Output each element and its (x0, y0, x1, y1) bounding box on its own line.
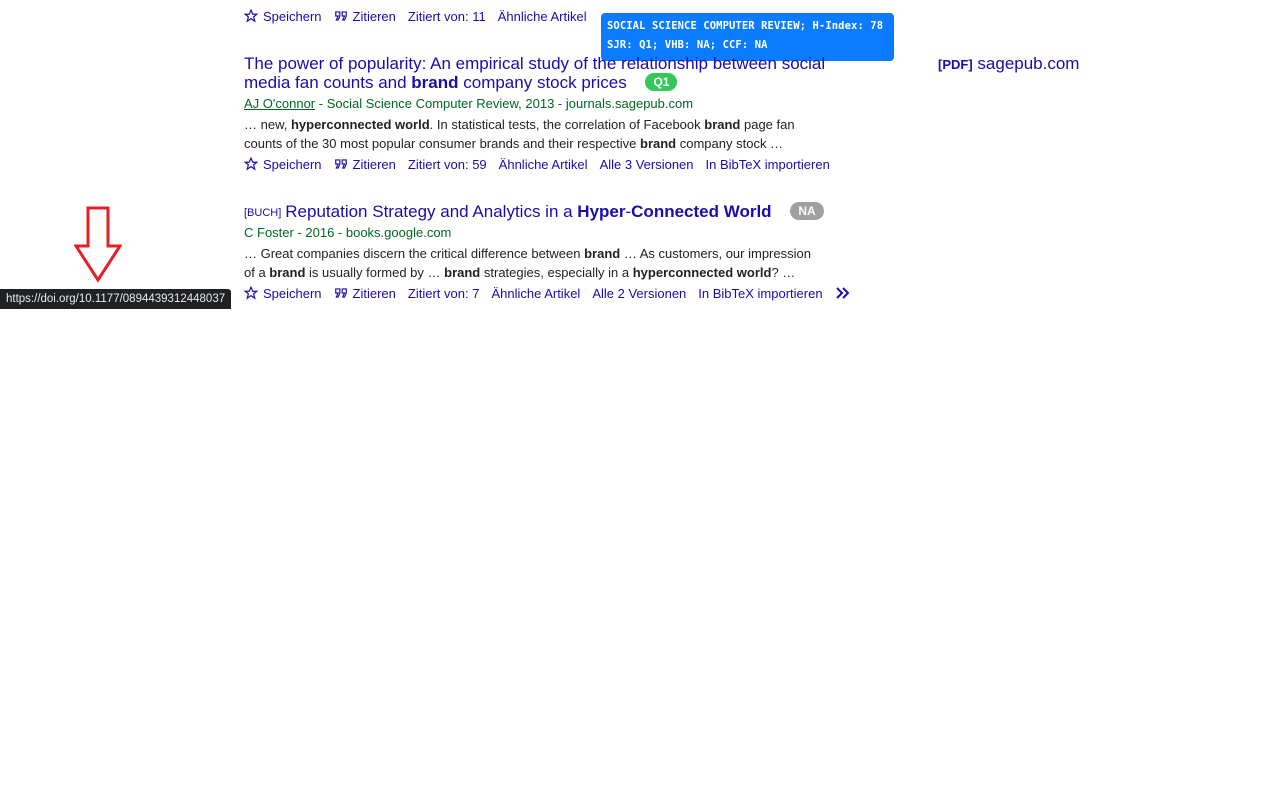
author-link[interactable]: AJ O'connor (244, 96, 315, 111)
star-icon (244, 286, 258, 300)
pdf-link[interactable]: [PDF] sagepub.com (938, 54, 1079, 74)
result-meta: AJ O'connor - Social Science Computer Re… (244, 96, 694, 111)
save-button[interactable]: Speichern (244, 157, 322, 172)
more-options-button[interactable] (835, 286, 856, 300)
pdf-tag: [PDF] (938, 57, 973, 72)
quote-icon (334, 288, 347, 298)
cited-by-link[interactable]: Zitiert von: 59 (408, 157, 487, 172)
result-snippet: … new, hyperconnected world. In statisti… (244, 117, 795, 151)
cite-button[interactable]: Zitieren (334, 9, 396, 24)
versions-link[interactable]: Alle 3 Versionen (600, 157, 694, 172)
versions-link[interactable]: Alle 2 Versionen (592, 286, 686, 301)
star-icon (244, 9, 258, 23)
related-articles-link[interactable]: Ähnliche Artikel (499, 157, 588, 172)
tooltip-line-2: SJR: Q1; VHB: NA; CCF: NA (607, 39, 768, 51)
related-articles-link[interactable]: Ähnliche Artikel (498, 9, 587, 24)
cited-by-link[interactable]: Zitiert von: 7 (408, 286, 480, 301)
related-articles-link[interactable]: Ähnliche Artikel (491, 286, 580, 301)
result-actions: Speichern Zitieren Zitiert von: 11 Ähnli… (244, 7, 599, 25)
status-bar-url: https://doi.org/10.1177/0894439312448037 (0, 289, 232, 309)
save-button[interactable]: Speichern (244, 9, 322, 24)
quartile-badge: Q1 (645, 73, 678, 91)
arrow-down-icon (74, 206, 122, 283)
result-title-link[interactable]: [BUCH] Reputation Strategy and Analytics … (244, 202, 844, 223)
save-button[interactable]: Speichern (244, 286, 322, 301)
type-tag: [BUCH] (244, 207, 282, 219)
tooltip-line-1: SOCIAL SCIENCE COMPUTER REVIEW; H-Index:… (607, 20, 884, 32)
cite-button[interactable]: Zitieren (334, 286, 396, 301)
result-snippet: … Great companies discern the critical d… (244, 246, 811, 280)
result-title-link[interactable]: The power of popularity: An empirical st… (244, 54, 844, 92)
result-meta: C Foster - 2016 - books.google.com (244, 225, 452, 240)
double-chevron-right-icon (835, 287, 849, 299)
bibtex-import-link[interactable]: In BibTeX importieren (706, 157, 830, 172)
result-actions: Speichern Zitieren Zitiert von: 59 Ähnli… (244, 155, 842, 173)
result-actions: Speichern Zitieren Zitiert von: 7 Ähnlic… (244, 284, 868, 302)
cited-by-link[interactable]: Zitiert von: 11 (408, 9, 486, 24)
quartile-badge: NA (790, 202, 824, 220)
quote-icon (334, 11, 347, 21)
cite-button[interactable]: Zitieren (334, 157, 396, 172)
bibtex-import-link[interactable]: In BibTeX importieren (698, 286, 822, 301)
pdf-domain: sagepub.com (977, 54, 1080, 73)
star-icon (244, 157, 258, 171)
quote-icon (334, 159, 347, 169)
